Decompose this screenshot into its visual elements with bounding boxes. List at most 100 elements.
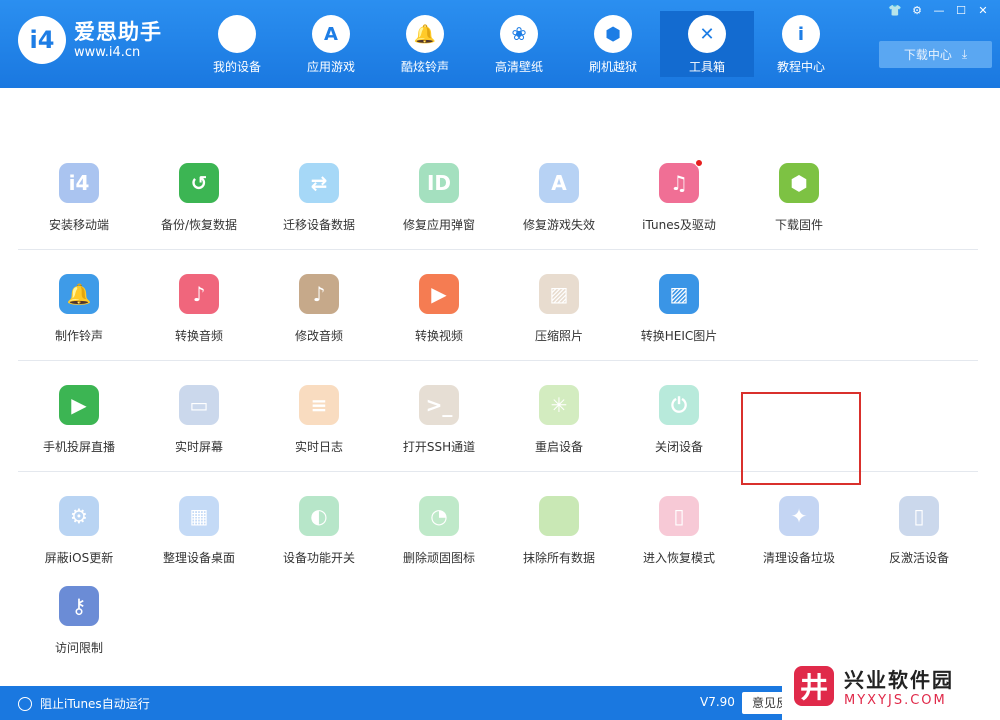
tool-label: iTunes及驱动 [642, 218, 716, 232]
main-nav: 我的设备 A 应用游戏 🔔 酷炫铃声 ❀ 高清壁纸 ⬢ 刷机越狱 ✕ 工具箱 i 教程中心 [190, 11, 848, 77]
tool-item[interactable]: ♪ 转换音频 [139, 274, 259, 370]
tool-item[interactable]: >_ 打开SSH通道 [379, 385, 499, 481]
tool-item[interactable]: ⚷ 访问限制 [19, 586, 139, 682]
block-itunes-toggle[interactable]: 阻止iTunes自动运行 [18, 695, 150, 712]
nav-tab-label: 工具箱 [688, 60, 725, 74]
toolbox-panel: i4 安装移动端 ↺ 备份/恢复数据 ⇄ 迁移设备数据 ID 修复应用弹窗 A 修复游戏失效 ♫ iT… [0, 88, 1000, 686]
tool-glyph: ▭ [189, 393, 209, 417]
gear-block-icon: ⚙ [59, 496, 99, 536]
i4-mobile-icon: i4 [59, 163, 99, 203]
tool-item[interactable]: ◐ 设备功能开关 [259, 496, 379, 592]
tool-label: 转换音频 [174, 329, 223, 343]
nav-tab-label: 我的设备 [212, 60, 261, 74]
nav-tab-label: 酷炫铃声 [400, 60, 449, 74]
tool-glyph: ▶ [431, 282, 447, 306]
tool-item[interactable]: ID 修复应用弹窗 [379, 163, 499, 259]
nav-tab-6[interactable]: ✕ 工具箱 [660, 11, 754, 77]
tool-item[interactable]: ▯ 进入恢复模式 [619, 496, 739, 592]
info-icon: i [782, 15, 820, 53]
itunes-icon: ♫ [659, 159, 703, 203]
tool-item[interactable]: ▦ 整理设备桌面 [139, 496, 259, 592]
tool-label: 实时屏幕 [174, 440, 223, 454]
music-note-icon: ♪ [179, 274, 219, 314]
close-icon[interactable]: ✕ [972, 3, 994, 19]
tool-item[interactable]: ⏻ 关闭设备 [619, 385, 739, 481]
tool-item[interactable]: 🔔 制作铃声 [19, 274, 139, 370]
tool-label: 重启设备 [534, 440, 583, 454]
watermark-text: 兴业软件园 MYXYJS.COM [844, 664, 954, 708]
pie-icon: ◔ [419, 496, 459, 536]
watermark-name: 兴业软件园 [844, 668, 954, 692]
tool-item[interactable]: A 修复游戏失效 [499, 163, 619, 259]
tool-item[interactable]: ⬢ 下载固件 [739, 163, 859, 259]
toggle-switch-icon: ◐ [299, 496, 339, 536]
tool-item[interactable]: ↺ 备份/恢复数据 [139, 163, 259, 259]
settings-icon[interactable]: ⚙ [906, 3, 928, 19]
nav-tab-2[interactable]: A 应用游戏 [284, 11, 378, 77]
tool-item[interactable]: ▯ 反激活设备 [859, 496, 979, 592]
highlight-box [741, 392, 861, 485]
tool-glyph: ▨ [549, 282, 569, 306]
tool-label: 访问限制 [54, 641, 103, 655]
tool-item[interactable]: i4 安装移动端 [19, 163, 139, 259]
tool-label: 实时日志 [294, 440, 343, 454]
tool-item[interactable]: ⚙ 屏蔽iOS更新 [19, 496, 139, 592]
logo-text: 爱思助手 www.i4.cn [74, 19, 162, 61]
tool-glyph: ⬢ [790, 171, 808, 195]
tool-item[interactable]: 抹除所有数据 [499, 496, 619, 592]
bell-plus-icon: 🔔 [59, 274, 99, 314]
restart-icon: ✳ [539, 385, 579, 425]
nav-tab-4[interactable]: ❀ 高清壁纸 [472, 11, 566, 77]
app-name: 爱思助手 [74, 20, 162, 44]
tool-label: 关闭设备 [654, 440, 703, 454]
tool-glyph: ✦ [790, 504, 808, 528]
maximize-icon[interactable]: ☐ [950, 3, 972, 19]
photo-icon: ▨ [539, 274, 579, 314]
nav-tab-label: 高清壁纸 [494, 60, 543, 74]
nav-tab-1[interactable]: 我的设备 [190, 11, 284, 77]
tool-item[interactable]: ▶ 转换视频 [379, 274, 499, 370]
tool-label: 抹除所有数据 [522, 551, 595, 565]
tool-item[interactable]: ▭ 实时屏幕 [139, 385, 259, 481]
tool-item[interactable]: ▨ 转换HEIC图片 [619, 274, 739, 370]
recovery-phone-icon: ▯ [659, 496, 699, 536]
nav-tab-3[interactable]: 🔔 酷炫铃声 [378, 11, 472, 77]
nav-tab-7[interactable]: i 教程中心 [754, 11, 848, 77]
download-center-button[interactable]: 下载中心 ⤓ [879, 41, 992, 68]
app-store-icon: A [312, 15, 350, 53]
tool-glyph: ⏻ [671, 393, 687, 417]
title-bar: i4 爱思助手 www.i4.cn 我的设备 A 应用游戏 🔔 酷炫铃声 ❀ 高清壁纸 ⬢ 刷机… [0, 0, 1000, 88]
tool-item[interactable]: ✦ 清理设备垃圾 [739, 496, 859, 592]
block-itunes-label: 阻止iTunes自动运行 [40, 697, 150, 711]
apple-id-icon: ID [419, 163, 459, 203]
tool-glyph: ⚙ [70, 504, 88, 528]
flower-icon: ❀ [500, 15, 538, 53]
minimize-icon[interactable]: — [928, 3, 950, 19]
transfer-icon: ⇄ [299, 163, 339, 203]
i4-logo-icon: i4 [18, 16, 66, 64]
tool-glyph: >_ [425, 393, 453, 417]
nav-tab-5[interactable]: ⬢ 刷机越狱 [566, 11, 660, 77]
tool-item[interactable]: ◔ 删除顽固图标 [379, 496, 499, 592]
tool-item[interactable]: ▶ 手机投屏直播 [19, 385, 139, 481]
tool-label: 打开SSH通道 [402, 440, 476, 454]
cube-icon: ⬢ [779, 163, 819, 203]
tool-item[interactable]: ≡ 实时日志 [259, 385, 379, 481]
tool-glyph: ⇄ [310, 171, 328, 195]
tool-label: 压缩照片 [534, 329, 583, 343]
tool-item[interactable]: ▨ 压缩照片 [499, 274, 619, 370]
skin-icon[interactable]: 👕 [884, 3, 906, 19]
tool-glyph: ◔ [430, 504, 448, 528]
tool-glyph: ⚷ [71, 594, 87, 618]
tool-label: 设备功能开关 [282, 551, 355, 565]
tool-glyph: ▦ [189, 504, 209, 528]
deactivate-icon: ▯ [899, 496, 939, 536]
watermark-logo-icon: 井 [794, 666, 834, 706]
tool-glyph: ▨ [669, 282, 689, 306]
key-lock-icon: ⚷ [59, 586, 99, 626]
tool-item[interactable]: ♪ 修改音频 [259, 274, 379, 370]
tool-item[interactable]: ✳ 重启设备 [499, 385, 619, 481]
tool-glyph: ↺ [190, 171, 208, 195]
tool-item[interactable]: ♫ iTunes及驱动 [619, 159, 739, 259]
tool-item[interactable]: ⇄ 迁移设备数据 [259, 163, 379, 259]
